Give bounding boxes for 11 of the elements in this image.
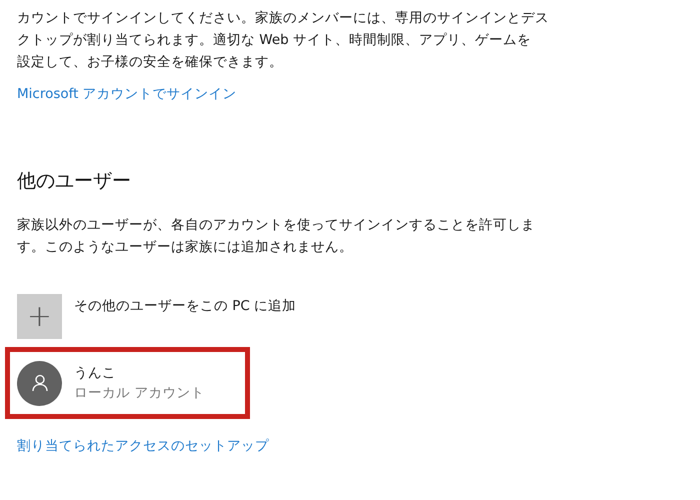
assigned-access-link[interactable]: 割り当てられたアクセスのセットアップ [17,437,269,455]
add-user-button[interactable]: + [17,294,62,339]
account-name: うんこ [74,364,117,382]
microsoft-signin-link[interactable]: Microsoft アカウントでサインイン [17,85,237,103]
family-description: カウントでサインインしてください。家族のメンバーには、専用のサインインとデス クトップが割り当てられます。適切な Web サイト、時間制限、アプリ、ゲームを 設定して、お子様の安全を確保できます。 [17,9,550,72]
avatar-icon [17,360,62,406]
add-user-label[interactable]: その他のユーザーをこの PC に追加 [74,297,296,315]
user-account[interactable]: うんこ ローカル アカウント [5,347,250,419]
section-heading: 他のユーザー [17,169,131,194]
account-type: ローカル アカウント [74,384,204,402]
other-users-description: 家族以外のユーザーが、各自のアカウントを使ってサインインすることを許可しま す。このようなユーザーは家族には追加されません。 [17,216,536,257]
